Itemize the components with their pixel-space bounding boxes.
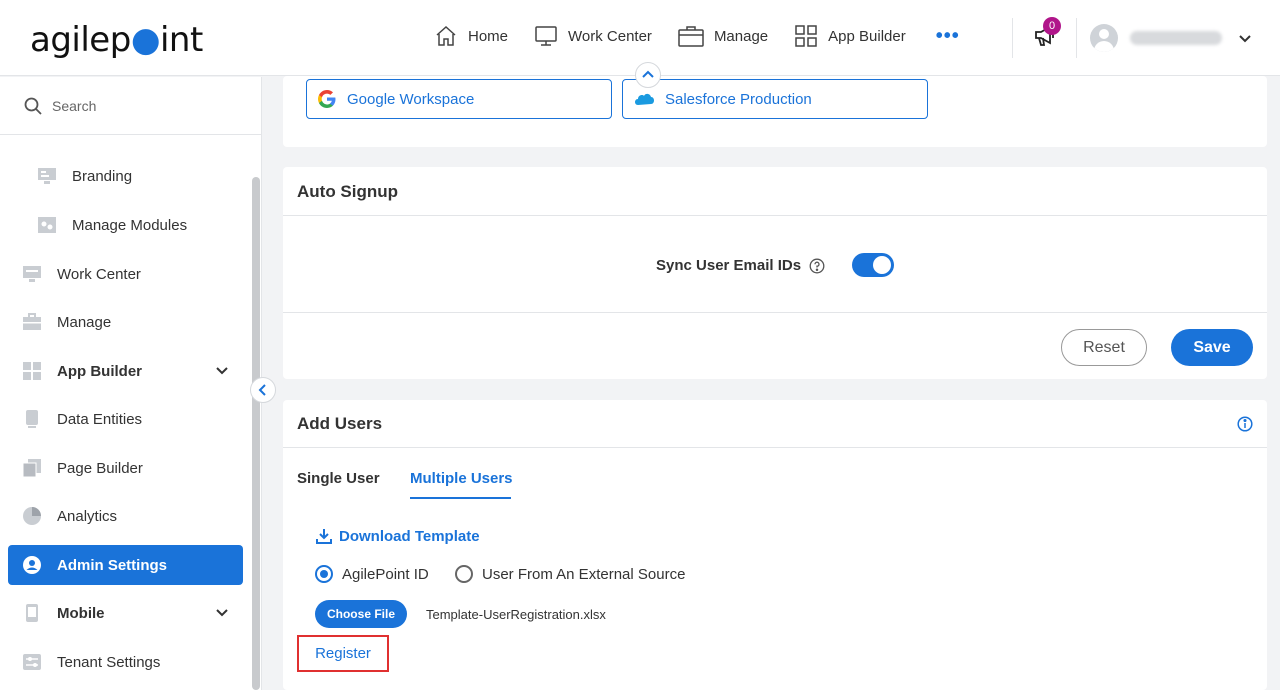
salesforce-cloud-icon [635, 93, 654, 105]
radio-external-source[interactable]: User From An External Source [455, 565, 685, 583]
add-users-title: Add Users [297, 414, 383, 433]
avatar [1090, 24, 1118, 52]
mobile-icon [22, 603, 42, 623]
notifications-button[interactable]: 0 [1032, 17, 1061, 53]
sidebar-item-admin-settings[interactable]: Admin Settings [8, 545, 243, 585]
sidebar-item-manage-modules[interactable]: Manage Modules [8, 205, 243, 245]
sidebar-item-branding[interactable]: Branding [8, 156, 243, 196]
more-icon[interactable]: ••• [936, 25, 960, 48]
grid-icon [22, 361, 42, 381]
google-workspace-button[interactable]: Google Workspace [306, 79, 612, 119]
monitor-icon [535, 26, 557, 46]
divider [283, 215, 1267, 216]
sidebar-scrollbar[interactable] [252, 177, 260, 690]
admin-icon [22, 555, 42, 575]
briefcase-icon [678, 26, 704, 47]
add-users-card: Add Users Single User Multiple Users Dow… [283, 400, 1267, 690]
grid-icon [795, 25, 817, 47]
monitor-icon [22, 264, 42, 284]
selected-file-name: Template-UserRegistration.xlsx [426, 607, 606, 622]
radio-agilepoint-id[interactable]: AgilePoint ID [315, 565, 429, 583]
nav-home[interactable]: Home [434, 24, 508, 48]
sso-card: Google Workspace Salesforce Production [283, 62, 1267, 147]
download-icon [316, 529, 332, 544]
chevron-down-icon [1239, 35, 1251, 43]
sliders-icon [22, 652, 42, 672]
tab-single-user[interactable]: Single User [297, 470, 380, 487]
collapse-sidebar-button[interactable] [250, 377, 276, 403]
sidebar-item-tenant-settings[interactable]: Tenant Settings [8, 642, 243, 682]
reset-button[interactable]: Reset [1061, 329, 1147, 366]
chevron-down-icon[interactable] [215, 363, 229, 377]
divider [283, 447, 1267, 448]
sidebar-item-mobile[interactable]: Mobile [8, 593, 243, 633]
sidebar-item-data-entities[interactable]: Data Entities [8, 399, 243, 439]
nav-work-center[interactable]: Work Center [534, 24, 652, 48]
help-icon[interactable] [809, 258, 825, 274]
sidebar-search[interactable]: Search [0, 77, 261, 135]
save-button[interactable]: Save [1171, 329, 1253, 366]
scroll-up-button[interactable] [635, 62, 661, 88]
salesforce-production-button[interactable]: Salesforce Production [622, 79, 928, 119]
sync-email-toggle[interactable] [852, 253, 894, 277]
modules-icon [37, 215, 57, 235]
chevron-left-icon [258, 384, 266, 396]
chevron-down-icon[interactable] [215, 605, 229, 619]
auto-signup-card: Auto Signup Sync User Email IDs Reset Sa… [283, 167, 1267, 379]
notification-count-badge: 0 [1043, 17, 1061, 35]
chevron-up-icon [642, 70, 654, 78]
divider [283, 312, 1267, 313]
tab-multiple-users[interactable]: Multiple Users [410, 470, 513, 487]
search-icon [24, 97, 42, 115]
home-icon [436, 25, 456, 46]
nav-app-builder[interactable]: App Builder [794, 24, 906, 48]
branding-icon [37, 166, 57, 186]
sidebar-item-work-center[interactable]: Work Center [8, 254, 243, 294]
sidebar-item-analytics[interactable]: Analytics [8, 496, 243, 536]
header-divider [1012, 18, 1013, 58]
user-name-blurred [1130, 31, 1222, 45]
sidebar: Search Branding Manage Modules Work Cent… [0, 77, 262, 690]
sync-email-label: Sync User Email IDs [656, 257, 825, 274]
nav-manage[interactable]: Manage [678, 24, 768, 48]
choose-file-button[interactable]: Choose File [315, 600, 407, 628]
pie-chart-icon [22, 506, 42, 526]
search-placeholder: Search [52, 97, 97, 114]
user-menu[interactable] [1090, 24, 1252, 52]
sidebar-item-app-builder[interactable]: App Builder [8, 351, 243, 391]
header-divider [1076, 18, 1077, 58]
sidebar-item-manage[interactable]: Manage [8, 302, 243, 342]
download-template-link[interactable]: Download Template [315, 527, 480, 545]
briefcase-icon [22, 312, 42, 332]
database-icon [22, 409, 42, 429]
register-button[interactable]: Register [297, 635, 389, 672]
radio-button[interactable] [455, 565, 473, 583]
pages-icon [22, 458, 42, 478]
agilepoint-logo[interactable]: agilep●int [30, 20, 203, 60]
google-icon [318, 90, 336, 108]
top-nav: Home Work Center Manage App Builder ••• [434, 24, 960, 48]
auto-signup-title: Auto Signup [297, 182, 399, 201]
sidebar-item-page-builder[interactable]: Page Builder [8, 448, 243, 488]
info-icon[interactable] [1237, 416, 1253, 432]
radio-button[interactable] [315, 565, 333, 583]
active-tab-indicator [410, 497, 511, 499]
